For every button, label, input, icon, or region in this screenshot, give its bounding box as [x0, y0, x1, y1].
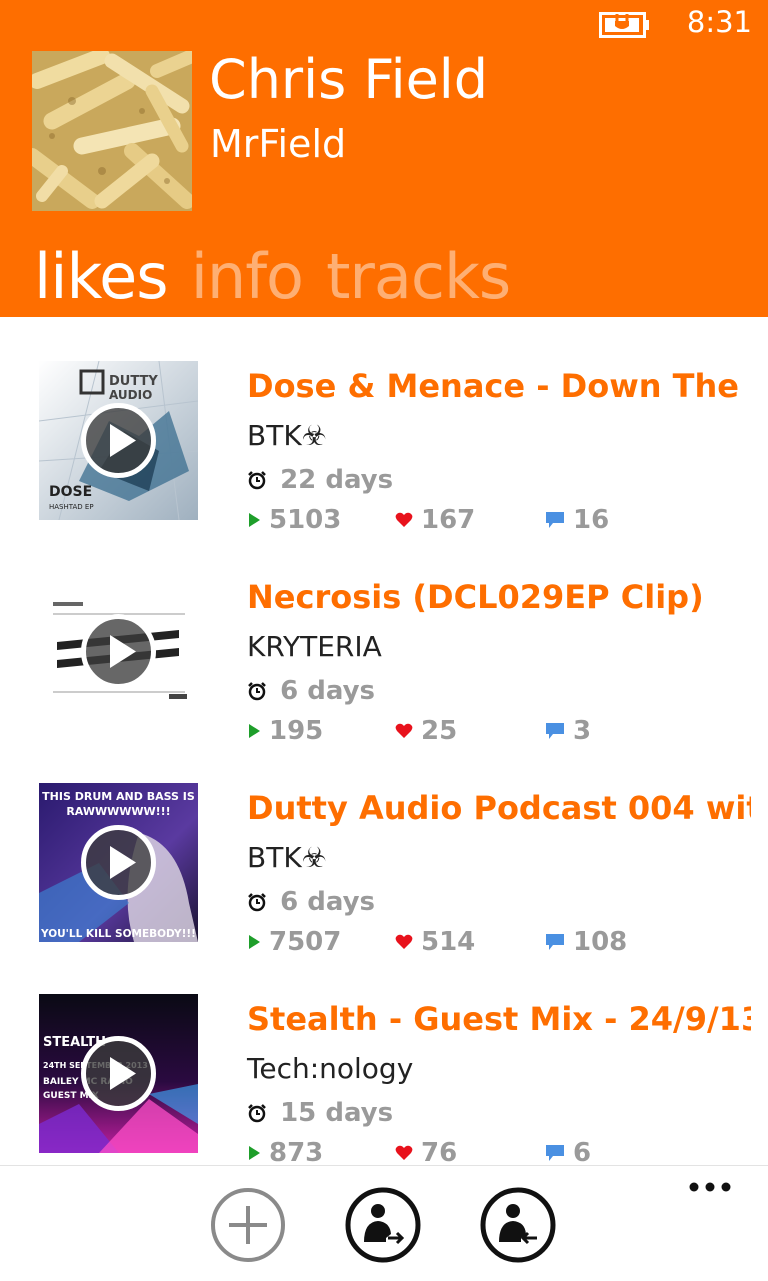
track-age: 6 days	[247, 676, 375, 706]
likes-list[interactable]: DUTTY AUDIO DOSE HASHTAD EP Dose & Menac…	[0, 317, 768, 1165]
track-artist: Tech:nology	[247, 1052, 414, 1085]
unfollow-user-icon[interactable]	[479, 1186, 557, 1264]
track-artwork[interactable]: THIS DRUM AND BASS IS RAWWWWWW!!! YOU'LL…	[39, 783, 198, 942]
comment-icon	[546, 934, 564, 950]
track-age: 22 days	[247, 465, 393, 495]
comments-count: 6	[545, 1138, 591, 1165]
play-count-icon	[249, 935, 260, 949]
svg-text:AUDIO: AUDIO	[109, 388, 152, 402]
avatar[interactable]	[32, 51, 192, 211]
track-artwork[interactable]: DUTTY AUDIO DOSE HASHTAD EP	[39, 361, 198, 520]
list-item[interactable]: DUTTY AUDIO DOSE HASHTAD EP Dose & Menac…	[0, 317, 768, 535]
track-artist: BTK☣	[247, 419, 327, 452]
alarm-clock-icon	[248, 471, 266, 490]
plays-count: 873	[247, 1138, 323, 1165]
profile-full-name: Chris Field	[209, 48, 489, 111]
track-age: 6 days	[247, 887, 375, 917]
track-artwork[interactable]: STEALTH 24TH SEPTEMBER 2013 BAILEY MC RA…	[39, 994, 198, 1153]
comment-icon	[546, 512, 564, 528]
play-icon[interactable]	[80, 824, 157, 901]
track-title[interactable]: Stealth - Guest Mix - 24/9/13	[247, 1000, 751, 1038]
alarm-clock-icon	[248, 1104, 266, 1123]
track-artist: BTK☣	[247, 841, 327, 874]
svg-text:YOU'LL KILL SOMEBODY!!!: YOU'LL KILL SOMEBODY!!!	[40, 928, 196, 940]
heart-icon	[395, 934, 413, 949]
heart-icon	[395, 512, 413, 527]
track-title[interactable]: Dutty Audio Podcast 004 with	[247, 789, 751, 827]
track-artwork[interactable]	[39, 572, 198, 731]
svg-text:DOSE: DOSE	[49, 484, 92, 500]
pivot-header: likes info tracks	[34, 240, 528, 313]
list-item[interactable]: Necrosis (DCL029EP Clip) KRYTERIA 6 days…	[0, 528, 768, 746]
play-icon[interactable]	[80, 613, 157, 690]
tab-info[interactable]: info	[191, 240, 304, 313]
play-count-icon	[249, 1146, 260, 1160]
comment-icon	[546, 1145, 564, 1161]
track-title[interactable]: Dose & Menace - Down The H	[247, 367, 751, 405]
app-bar	[0, 1165, 768, 1281]
play-icon[interactable]	[80, 1035, 157, 1112]
alarm-clock-icon	[248, 893, 266, 912]
alarm-clock-icon	[248, 682, 266, 701]
avatar-image	[32, 51, 192, 211]
svg-text:THIS DRUM AND BASS IS: THIS DRUM AND BASS IS	[42, 790, 195, 803]
clock: 8:31	[686, 5, 752, 39]
svg-text:DUTTY: DUTTY	[109, 374, 158, 389]
follow-user-icon[interactable]	[344, 1186, 422, 1264]
battery-charging-icon	[599, 12, 649, 38]
ellipsis-icon[interactable]	[688, 1180, 732, 1194]
track-age: 15 days	[247, 1098, 393, 1128]
svg-text:HASHTAD EP: HASHTAD EP	[49, 503, 94, 511]
profile-username: MrField	[210, 122, 347, 166]
profile-header: 8:31 Chris Field MrField likes info trac…	[0, 0, 768, 317]
heart-icon	[395, 1145, 413, 1160]
track-stats: 873 76 6	[247, 1138, 747, 1165]
track-artist: KRYTERIA	[247, 630, 382, 663]
add-icon[interactable]	[209, 1186, 287, 1264]
play-icon[interactable]	[80, 402, 157, 479]
likes-count: 76	[395, 1138, 457, 1165]
status-bar: 8:31	[0, 0, 768, 50]
list-item[interactable]: STEALTH 24TH SEPTEMBER 2013 BAILEY MC RA…	[0, 950, 768, 1165]
tab-likes[interactable]: likes	[34, 240, 169, 313]
heart-icon	[395, 723, 413, 738]
svg-text:RAWWWWWW!!!: RAWWWWWW!!!	[66, 805, 170, 818]
tab-tracks[interactable]: tracks	[326, 240, 511, 313]
comment-icon	[546, 723, 564, 739]
play-count-icon	[249, 513, 260, 527]
list-item[interactable]: THIS DRUM AND BASS IS RAWWWWWW!!! YOU'LL…	[0, 739, 768, 957]
track-title[interactable]: Necrosis (DCL029EP Clip)	[247, 578, 751, 616]
play-count-icon	[249, 724, 260, 738]
